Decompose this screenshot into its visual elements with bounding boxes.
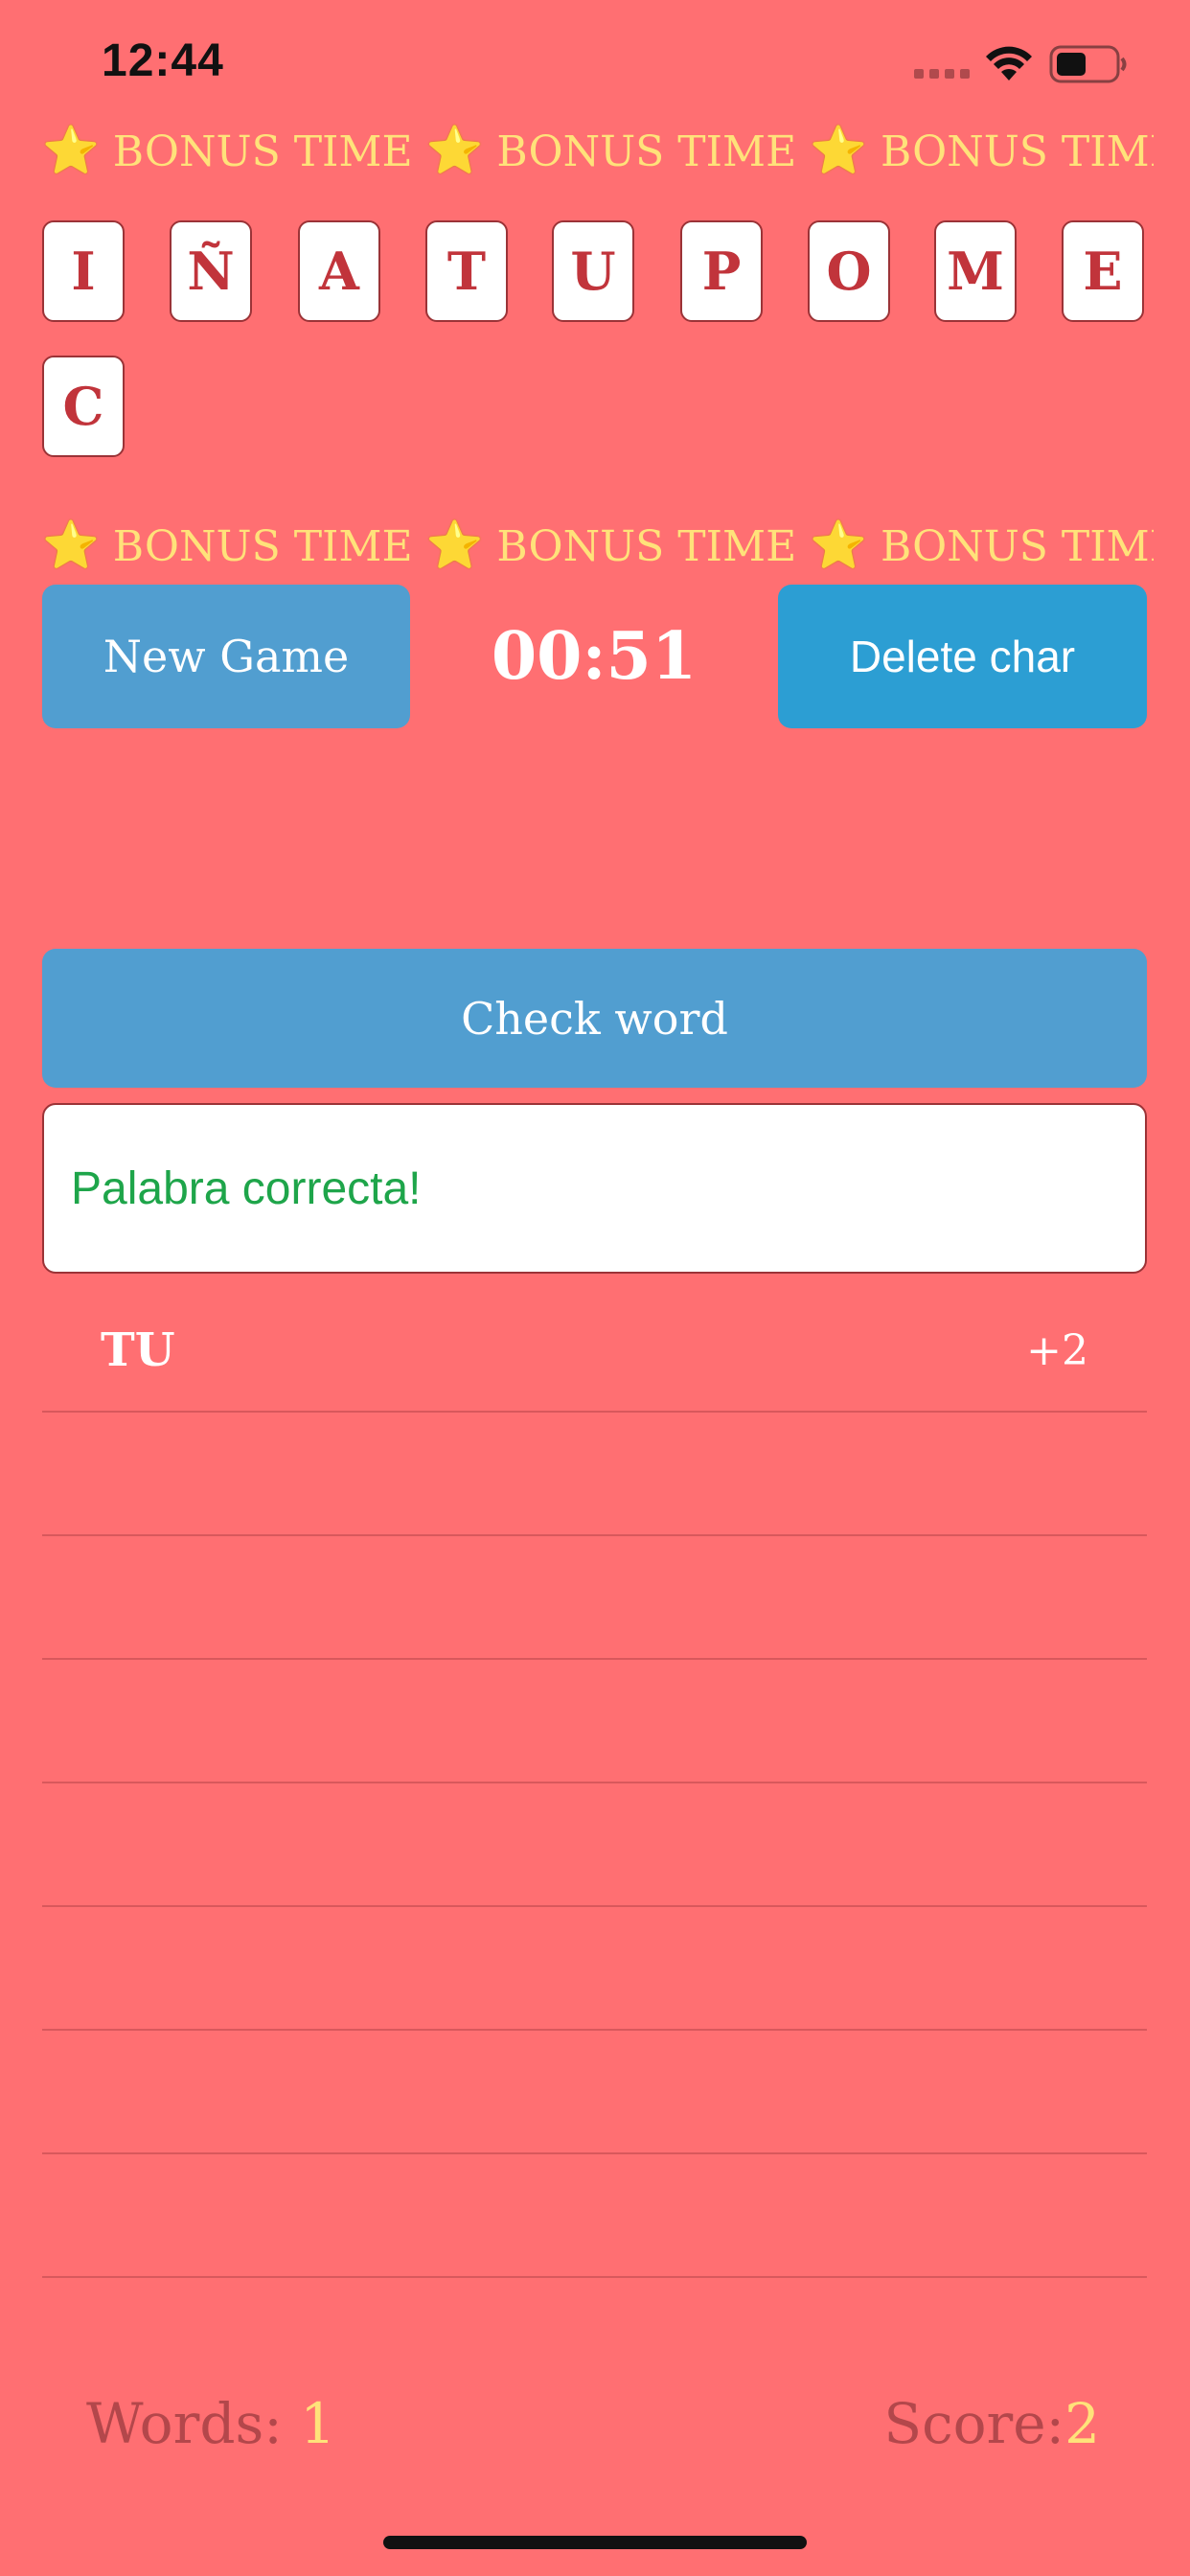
letter-tile[interactable]: T: [425, 220, 508, 322]
bonus-banner-top: ⭐ BONUS TIME ⭐ BONUS TIME ⭐ BONUS TIME: [42, 122, 1154, 179]
words-value: 1: [300, 2391, 336, 2456]
delete-char-button[interactable]: Delete char: [778, 585, 1147, 728]
found-word: TU: [101, 1323, 175, 1377]
word-list-row: [42, 1660, 1147, 1783]
star-icon: ⭐: [810, 124, 867, 177]
bonus-text: BONUS TIME: [112, 127, 413, 176]
letter-tile[interactable]: P: [680, 220, 763, 322]
letter-tile[interactable]: M: [934, 220, 1017, 322]
star-icon: ⭐: [42, 124, 100, 177]
star-icon: ⭐: [42, 518, 100, 572]
result-message: Palabra correcta!: [71, 1162, 422, 1214]
letter-tile[interactable]: A: [298, 220, 380, 322]
battery-icon: [1049, 45, 1127, 83]
bonus-text: BONUS TIME: [496, 522, 797, 571]
star-icon: ⭐: [425, 518, 484, 572]
letter-tile[interactable]: C: [42, 356, 125, 457]
score-count: Score:2: [883, 2391, 1100, 2456]
result-message-box: Palabra correcta!: [42, 1103, 1147, 1274]
word-list-row: [42, 1413, 1147, 1536]
word-list-row: [42, 1783, 1147, 1907]
word-list-row: [42, 2154, 1147, 2278]
wifi-icon: [986, 46, 1032, 80]
words-label: Words:: [86, 2391, 283, 2456]
bonus-text: BONUS TIME: [880, 522, 1154, 571]
letter-tile[interactable]: E: [1062, 220, 1144, 322]
word-points: +2: [1026, 1326, 1088, 1375]
status-time: 12:44: [102, 35, 224, 86]
score-value: 2: [1064, 2391, 1100, 2456]
words-count: Words: 1: [86, 2391, 335, 2456]
game-timer: 00:51: [491, 618, 698, 695]
word-list-row: [42, 2031, 1147, 2154]
letter-tile[interactable]: U: [552, 220, 634, 322]
word-list-row: [42, 1907, 1147, 2031]
cellular-signal-icon: [914, 69, 970, 79]
star-icon: ⭐: [425, 124, 484, 177]
letter-tile[interactable]: Ñ: [170, 220, 252, 322]
word-list-row: TU +2: [42, 1289, 1147, 1413]
new-game-button[interactable]: New Game: [42, 585, 410, 728]
home-indicator: [383, 2536, 807, 2549]
letter-tile[interactable]: I: [42, 220, 125, 322]
bonus-text: BONUS TIME: [496, 127, 797, 176]
bonus-text: BONUS TIME: [880, 127, 1154, 176]
word-list-row: [42, 1536, 1147, 1660]
bonus-text: BONUS TIME: [112, 522, 413, 571]
letter-tile[interactable]: O: [808, 220, 890, 322]
star-icon: ⭐: [810, 518, 867, 572]
check-word-button[interactable]: Check word: [42, 949, 1147, 1088]
score-label: Score:: [883, 2391, 1065, 2456]
bonus-banner-bottom: ⭐ BONUS TIME ⭐ BONUS TIME ⭐ BONUS TIME: [42, 517, 1154, 574]
word-list: TU +2: [42, 1289, 1147, 2278]
